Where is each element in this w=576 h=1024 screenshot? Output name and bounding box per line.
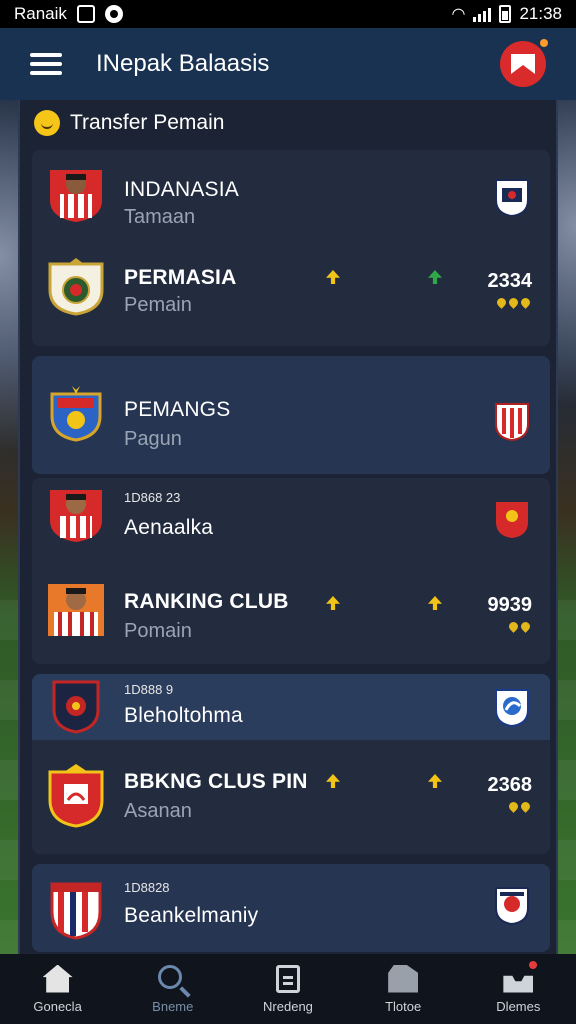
arrow-up-icon [326, 596, 340, 610]
battery-icon [499, 5, 512, 23]
nav-label: Bneme [152, 998, 194, 1014]
club-crest-icon [494, 886, 530, 926]
transfer-score: 2334 [487, 270, 533, 292]
inbox-icon [503, 960, 538, 993]
rating-icon [507, 800, 532, 813]
nav-label: Tlotoe [385, 998, 422, 1014]
menu-icon[interactable] [30, 53, 62, 75]
signal-icon [473, 6, 492, 22]
notification-dot [529, 960, 538, 969]
transfer-code: 1D8828 [124, 880, 170, 895]
box-icon [388, 964, 419, 993]
player-avatar [46, 166, 106, 224]
transfer-card[interactable]: 1D888 9 Bleholtohma BBKNG CLUS PIN Asana… [32, 674, 550, 854]
club-name: INDANASIA [124, 178, 239, 201]
club-name: Aenaalka [124, 516, 214, 539]
home-icon [42, 964, 73, 993]
club-sub: Pomain [124, 620, 192, 642]
transfer-card[interactable]: 1D868 23 Aenaalka RANKING CLUB Pomain 99… [32, 478, 550, 664]
arrow-up-icon [326, 774, 340, 788]
club-sub: Pemain [124, 294, 192, 316]
rating-icon [507, 620, 532, 633]
list-item[interactable]: PEMANGS Pagun [32, 370, 550, 460]
section-title: Transfer Pemain [70, 111, 225, 134]
club-crest-icon [494, 402, 530, 442]
document-icon [275, 964, 300, 993]
ribbon-icon [511, 54, 535, 74]
transfer-card[interactable]: INDANASIA Tamaan PERMASIA Pemain 2334 [32, 150, 550, 346]
app-header: INepak Balaasis [0, 28, 576, 100]
club-name: BBKNG CLUS PIN [124, 770, 308, 793]
nav-label: Gonecla [33, 998, 82, 1014]
club-name: PEMANGS [124, 398, 231, 421]
transfer-card[interactable]: PEMANGS Pagun [32, 356, 550, 474]
club-crest-icon [494, 688, 530, 728]
smile-icon [34, 110, 60, 136]
clock: 21:38 [519, 4, 562, 23]
club-name: Beankelmaniy [124, 904, 259, 927]
list-item[interactable]: 1D8828 Beankelmaniy [32, 864, 550, 952]
profile-badge-button[interactable] [500, 39, 548, 87]
section-header: Transfer Pemain [34, 110, 224, 136]
player-avatar [46, 580, 106, 638]
search-icon [157, 964, 188, 993]
transfer-score: 2368 [487, 774, 533, 796]
page-title: INepak Balaasis [96, 50, 270, 77]
arrow-up-icon [428, 774, 442, 788]
club-name: PERMASIA [124, 266, 237, 289]
nav-label: Dlemes [496, 998, 541, 1014]
club-crest-icon [46, 384, 106, 442]
status-bar: Ranaik ◠ 21:38 [0, 0, 576, 28]
nav-item-inbox[interactable]: Dlemes [468, 960, 568, 1014]
club-crest-icon [494, 500, 530, 540]
transfer-code: 1D888 9 [124, 682, 174, 697]
image-icon [76, 5, 95, 23]
list-item[interactable]: 1D888 9 Bleholtohma [32, 674, 550, 740]
nav-item-search[interactable]: Bneme [123, 964, 223, 1014]
club-name: RANKING CLUB [124, 590, 289, 613]
nav-item-home[interactable]: Gonecla [8, 964, 108, 1014]
club-crest-icon [46, 878, 106, 940]
arrow-up-icon [428, 596, 442, 610]
list-item[interactable]: 1D868 23 Aenaalka [32, 478, 550, 568]
club-crest-icon [46, 258, 106, 316]
list-item[interactable]: INDANASIA Tamaan [32, 156, 550, 246]
arrow-up-icon [428, 270, 442, 284]
nav-item-box[interactable]: Tlotoe [353, 964, 453, 1014]
transfer-score: 9939 [487, 594, 533, 616]
rating-icon [495, 296, 532, 309]
club-sub: Tamaan [124, 206, 196, 228]
transfer-panel: Transfer Pemain INDANASIA Tamaan PERMASI… [18, 100, 558, 954]
club-crest-icon [46, 764, 106, 828]
transfer-card[interactable]: 1D8828 Beankelmaniy [32, 864, 550, 952]
list-item[interactable]: BBKNG CLUS PIN Asanan 2368 [32, 750, 550, 840]
nav-label: Nredeng [263, 998, 313, 1014]
carrier-label: Ranaik [14, 4, 67, 23]
club-sub: Asanan [124, 800, 192, 822]
club-crest-icon [494, 178, 530, 218]
transfer-code: 1D868 23 [124, 490, 181, 505]
player-avatar [46, 486, 106, 544]
wifi-icon: ◠ [451, 6, 466, 23]
list-item[interactable]: PERMASIA Pemain 2334 [32, 246, 550, 336]
notification-icon [104, 5, 123, 23]
club-crest-icon [46, 678, 106, 736]
club-name: Bleholtohma [124, 704, 243, 727]
club-sub: Pagun [124, 428, 182, 450]
list-item[interactable]: RANKING CLUB Pomain 9939 [32, 568, 550, 658]
nav-item-documents[interactable]: Nredeng [238, 964, 338, 1014]
bottom-navigation: Gonecla Bneme Nredeng Tlotoe Dlemes [0, 954, 576, 1024]
arrow-up-icon [326, 270, 340, 284]
